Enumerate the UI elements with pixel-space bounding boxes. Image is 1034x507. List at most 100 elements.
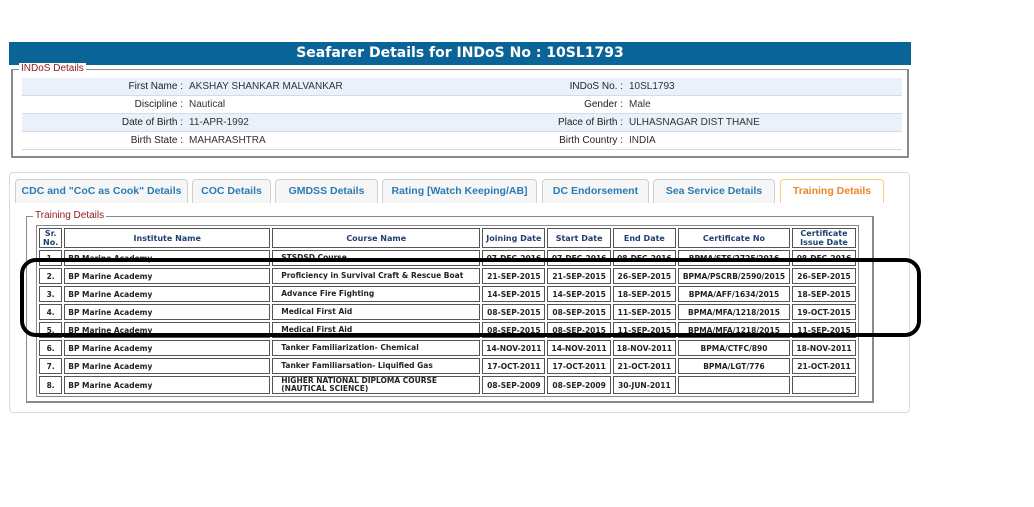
- tab-training[interactable]: Training Details: [780, 179, 884, 203]
- table-row: 8. BP Marine Academy HIGHER NATIONAL DIPLO…: [39, 376, 856, 394]
- table-cell: 08-SEP-2009: [547, 376, 611, 394]
- table-row: 3. BP Marine Academy Advance Fire Fighting…: [39, 286, 856, 302]
- table-cell: BPMA/PSCRB/2590/2015: [677, 268, 790, 284]
- table-cell: 26-SEP-2015: [791, 268, 856, 284]
- column-header: Institute Name: [64, 228, 271, 248]
- column-header: Certificate No: [677, 228, 790, 248]
- tab-gmdss[interactable]: GMDSS Details: [275, 179, 378, 203]
- table-cell: BP Marine Academy: [64, 358, 271, 374]
- table-cell: 07-DEC-2016: [482, 250, 546, 266]
- tab-dc-endorsement[interactable]: DC Endorsement: [542, 179, 649, 203]
- table-cell: 18-NOV-2011: [612, 340, 676, 356]
- tab-coc[interactable]: COC Details: [192, 179, 271, 203]
- table-cell: BP Marine Academy: [64, 250, 271, 266]
- table-cell: BP Marine Academy: [64, 376, 271, 394]
- table-cell: 18-SEP-2015: [791, 286, 856, 302]
- field-label: Gender :: [584, 99, 623, 110]
- training-details-fieldset: Training Details Sr. No. Institute Name Co…: [26, 210, 874, 403]
- table-cell: Advance Fire Fighting: [272, 286, 481, 302]
- indos-row: Date of Birth : 11-APR-1992 Place of Bir…: [22, 114, 902, 132]
- table-cell: [677, 376, 790, 394]
- field-label: Birth State :: [130, 135, 183, 146]
- field-value: 10SL1793: [629, 81, 675, 92]
- indos-row: Birth State : MAHARASHTRA Birth Country …: [22, 132, 902, 150]
- field-value: AKSHAY SHANKAR MALVANKAR: [189, 81, 343, 92]
- table-cell: STSDSD Course: [272, 250, 481, 266]
- table-row: 7. BP Marine Academy Tanker Familiarsation…: [39, 358, 856, 374]
- table-cell: 17-OCT-2011: [482, 358, 546, 374]
- table-cell: 17-OCT-2011: [547, 358, 611, 374]
- table-cell: 8.: [39, 376, 63, 394]
- field-label: First Name :: [128, 81, 183, 92]
- table-cell: 6.: [39, 340, 63, 356]
- table-cell: BP Marine Academy: [64, 322, 271, 338]
- indos-details-fieldset: INDoS Details First Name : AKSHAY SHANKA…: [11, 63, 909, 158]
- field-label: INDoS No. :: [569, 81, 623, 92]
- field-value: Nautical: [189, 99, 226, 110]
- field-value: 11-APR-1992: [189, 117, 249, 128]
- table-cell: BPMA/MFA/1218/2015: [677, 304, 790, 320]
- table-cell: 2.: [39, 268, 63, 284]
- table-cell: BPMA/MFA/1218/2015: [677, 322, 790, 338]
- field-label: Date of Birth :: [121, 117, 183, 128]
- table-cell: 08-SEP-2015: [482, 322, 546, 338]
- column-header: Certificate Issue Date: [791, 228, 856, 248]
- table-cell: 26-SEP-2015: [612, 268, 676, 284]
- column-header: Sr. No.: [39, 228, 63, 248]
- table-cell: 21-OCT-2011: [791, 358, 856, 374]
- table-cell: HIGHER NATIONAL DIPLOMA COURSE (NAUTICAL…: [272, 376, 481, 394]
- training-table: Sr. No. Institute Name Course Name Joining …: [36, 225, 859, 397]
- table-cell: BPMA/STS/2725/2016: [677, 250, 790, 266]
- field-label: Discipline :: [134, 99, 183, 110]
- table-cell: 08-SEP-2009: [482, 376, 546, 394]
- table-cell: 21-SEP-2015: [547, 268, 611, 284]
- field-value: MAHARASHTRA: [189, 135, 266, 146]
- table-cell: [791, 376, 856, 394]
- table-cell: 08-SEP-2015: [482, 304, 546, 320]
- table-cell: 08-DEC-2016: [791, 250, 856, 266]
- tab-cdc-coc-cook[interactable]: CDC and "CoC as Cook" Details: [15, 179, 188, 203]
- field-value: ULHASNAGAR DIST THANE: [629, 117, 760, 128]
- indos-details-legend: INDoS Details: [19, 63, 86, 75]
- table-cell: 21-SEP-2015: [482, 268, 546, 284]
- table-cell: Medical First Aid: [272, 322, 481, 338]
- table-cell: 11-SEP-2015: [791, 322, 856, 338]
- table-row: 2. BP Marine Academy Proficiency in Surviv…: [39, 268, 856, 284]
- column-header: End Date: [612, 228, 676, 248]
- field-label: Place of Birth :: [557, 117, 623, 128]
- table-row: 6. BP Marine Academy Tanker Familiarizatio…: [39, 340, 856, 356]
- table-cell: 14-NOV-2011: [482, 340, 546, 356]
- page-title: Seafarer Details for INDoS No : 10SL1793: [9, 42, 911, 65]
- indos-row: Discipline : Nautical Gender : Male: [22, 96, 902, 114]
- table-cell: BP Marine Academy: [64, 340, 271, 356]
- table-cell: 19-OCT-2015: [791, 304, 856, 320]
- table-cell: BPMA/CTFC/890: [677, 340, 790, 356]
- table-cell: 1.: [39, 250, 63, 266]
- table-cell: Tanker Familiarization- Chemical: [272, 340, 481, 356]
- tab-sea-service[interactable]: Sea Service Details: [653, 179, 775, 203]
- table-cell: BP Marine Academy: [64, 304, 271, 320]
- table-cell: 3.: [39, 286, 63, 302]
- table-row: 1. BP Marine Academy STSDSD Course 07-DEC-2…: [39, 250, 856, 266]
- table-cell: 7.: [39, 358, 63, 374]
- table-cell: 4.: [39, 304, 63, 320]
- table-cell: 18-NOV-2011: [791, 340, 856, 356]
- table-cell: Tanker Familiarsation- Liquified Gas: [272, 358, 481, 374]
- table-cell: 21-OCT-2011: [612, 358, 676, 374]
- tab-panel: CDC and "CoC as Cook" Details COC Details…: [9, 172, 910, 413]
- field-value: Male: [629, 99, 651, 110]
- table-cell: 14-SEP-2015: [547, 286, 611, 302]
- table-cell: 30-JUN-2011: [612, 376, 676, 394]
- table-cell: BP Marine Academy: [64, 268, 271, 284]
- tab-rating[interactable]: Rating [Watch Keeping/AB]: [382, 179, 537, 203]
- table-cell: Proficiency in Survival Craft & Rescue B…: [272, 268, 481, 284]
- table-row: 4. BP Marine Academy Medical First Aid 08-S…: [39, 304, 856, 320]
- field-value: INDIA: [629, 135, 656, 146]
- table-cell: 14-SEP-2015: [482, 286, 546, 302]
- table-cell: 08-SEP-2015: [547, 322, 611, 338]
- table-cell: 18-SEP-2015: [612, 286, 676, 302]
- table-cell: BP Marine Academy: [64, 286, 271, 302]
- column-header: Start Date: [547, 228, 611, 248]
- table-cell: BPMA/AFF/1634/2015: [677, 286, 790, 302]
- column-header: Joining Date: [482, 228, 546, 248]
